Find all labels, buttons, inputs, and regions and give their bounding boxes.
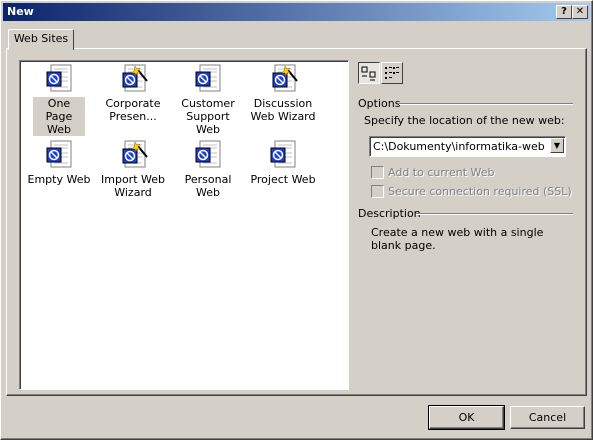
web-page-icon bbox=[192, 63, 224, 95]
help-button[interactable]: ? bbox=[556, 5, 572, 19]
template-label: Discussion Web Wizard bbox=[250, 97, 316, 123]
web-page-icon bbox=[43, 139, 75, 171]
large-icons-view-icon bbox=[361, 66, 376, 81]
location-label: Specify the location of the new web: bbox=[364, 114, 565, 127]
ssl-checkbox[interactable] bbox=[371, 185, 384, 198]
options-heading: Options bbox=[358, 97, 401, 110]
template-import-web-wizard[interactable]: Import Web Wizard bbox=[96, 139, 170, 199]
description-text: Create a new web with a single blank pag… bbox=[371, 226, 544, 252]
details-view-icon bbox=[385, 67, 399, 79]
tab-web-sites[interactable]: Web Sites bbox=[8, 29, 74, 50]
location-value: C:\Dokumenty\informatika-web bbox=[373, 140, 545, 153]
template-label: Import Web Wizard bbox=[101, 173, 165, 199]
add-to-current-web-checkbox[interactable] bbox=[371, 166, 384, 179]
add-to-current-web-label: Add to current Web bbox=[388, 166, 495, 179]
template-one-page-web[interactable]: One Page Web bbox=[22, 63, 96, 136]
template-label: Personal Web bbox=[184, 173, 232, 199]
title-bar[interactable]: New ? ✕ bbox=[3, 3, 590, 21]
template-label: Customer Support Web bbox=[181, 97, 235, 136]
details-view-button[interactable] bbox=[381, 62, 403, 84]
large-icons-view-button[interactable] bbox=[358, 62, 380, 84]
template-empty-web[interactable]: Empty Web bbox=[22, 139, 96, 186]
web-page-icon bbox=[192, 139, 224, 171]
web-page-icon bbox=[43, 63, 75, 95]
location-combobox[interactable]: C:\Dokumenty\informatika-web ▼ bbox=[369, 136, 566, 157]
template-project-web[interactable]: Project Web bbox=[246, 139, 320, 186]
description-divider bbox=[416, 213, 573, 215]
wizard-icon bbox=[117, 139, 149, 171]
template-label: Empty Web bbox=[27, 173, 91, 186]
options-divider bbox=[399, 103, 573, 105]
template-label: Project Web bbox=[250, 173, 316, 186]
wizard-icon bbox=[267, 63, 299, 95]
template-corporate-presence[interactable]: Corporate Presen... bbox=[96, 63, 170, 123]
window-title: New bbox=[7, 5, 34, 18]
template-label: One Page Web bbox=[33, 97, 85, 136]
template-label: Corporate Presen... bbox=[105, 97, 161, 123]
template-customer-support-web[interactable]: Customer Support Web bbox=[171, 63, 245, 136]
close-button[interactable]: ✕ bbox=[572, 5, 588, 19]
wizard-icon bbox=[117, 63, 149, 95]
dropdown-arrow-icon[interactable]: ▼ bbox=[550, 138, 564, 153]
web-page-icon bbox=[267, 139, 299, 171]
template-personal-web[interactable]: Personal Web bbox=[171, 139, 245, 199]
description-heading: Description bbox=[358, 207, 421, 220]
template-list[interactable]: One Page Web Corporate Presen... Custome… bbox=[19, 60, 349, 390]
template-discussion-web-wizard[interactable]: Discussion Web Wizard bbox=[246, 63, 320, 123]
ssl-label: Secure connection required (SSL) bbox=[388, 185, 572, 198]
ok-button[interactable]: OK bbox=[428, 405, 505, 430]
cancel-button[interactable]: Cancel bbox=[510, 406, 585, 429]
